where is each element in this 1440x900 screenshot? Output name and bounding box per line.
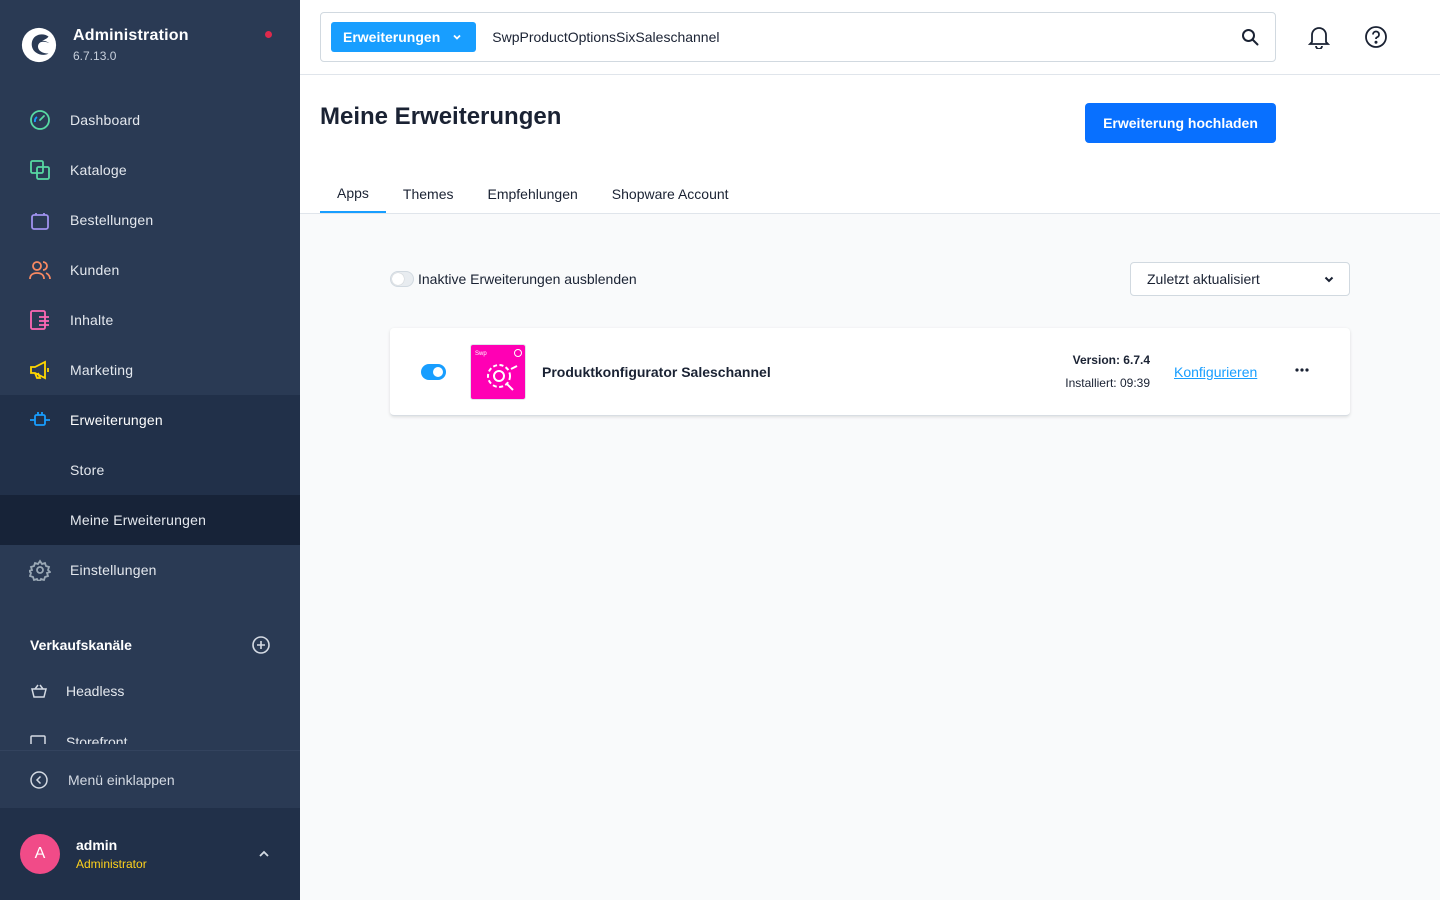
plug-icon	[28, 408, 52, 432]
avatar: A	[20, 834, 60, 874]
sidebar: Administration 6.7.13.0 Dashboard Katalo…	[0, 0, 300, 900]
page-header: Meine Erweiterungen Erweiterung hochlade…	[300, 75, 1440, 214]
collapse-label: Menü einklappen	[68, 771, 175, 788]
nav-label: Einstellungen	[70, 562, 157, 578]
upload-extension-button[interactable]: Erweiterung hochladen	[1085, 103, 1276, 143]
nav-item-einstellungen[interactable]: Einstellungen	[0, 545, 300, 595]
brand-title: Administration	[73, 27, 189, 44]
more-actions-icon[interactable]	[1294, 362, 1310, 378]
extension-icon: Swp	[470, 344, 526, 400]
nav-label: Erweiterungen	[70, 412, 163, 428]
nav-label: Dashboard	[70, 112, 141, 128]
tab-themes[interactable]: Themes	[386, 175, 471, 213]
megaphone-icon	[28, 358, 52, 382]
sort-value: Zuletzt aktualisiert	[1147, 271, 1260, 287]
nav-item-store[interactable]: Store	[0, 445, 300, 495]
user-role: Administrator	[76, 857, 147, 871]
nav-item-bestellungen[interactable]: Bestellungen	[0, 195, 300, 245]
brand-version: 6.7.13.0	[73, 49, 117, 63]
shopware-logo-icon	[21, 27, 57, 63]
nav-label: Meine Erweiterungen	[70, 512, 207, 528]
sort-select[interactable]: Zuletzt aktualisiert	[1130, 262, 1350, 296]
search-input[interactable]	[492, 29, 1213, 45]
shopping-bag-icon	[28, 208, 52, 232]
storefront-icon	[30, 735, 46, 744]
search-type-select[interactable]: Erweiterungen	[331, 22, 477, 52]
notification-dot	[265, 31, 272, 38]
nav-label: Kataloge	[70, 162, 127, 178]
nav-label: Bestellungen	[70, 212, 154, 228]
nav-item-dashboard[interactable]: Dashboard	[0, 95, 300, 145]
basket-icon	[31, 684, 47, 698]
users-icon	[28, 258, 52, 282]
sales-channel-storefront[interactable]: Storefront	[30, 734, 270, 744]
nav-item-marketing[interactable]: Marketing	[0, 345, 300, 395]
filter-row: Inaktive Erweiterungen ausblenden Zuletz…	[390, 262, 1350, 296]
sales-channel-label: Headless	[66, 683, 125, 699]
extension-card: Swp Produktkonfigurator Saleschannel Ver…	[390, 328, 1350, 416]
bell-icon[interactable]	[1308, 25, 1330, 49]
nav-label: Store	[70, 462, 105, 478]
nav-label: Kunden	[70, 262, 120, 278]
nav-item-meine-erweiterungen[interactable]: Meine Erweiterungen	[0, 495, 300, 545]
add-circle-icon[interactable]	[252, 636, 270, 654]
nav-item-kunden[interactable]: Kunden	[0, 245, 300, 295]
gauge-icon	[28, 108, 52, 132]
user-menu[interactable]: A admin Administrator	[0, 808, 300, 900]
nav-item-inhalte[interactable]: Inhalte	[0, 295, 300, 345]
extension-name: Produktkonfigurator Saleschannel	[542, 364, 771, 380]
extension-active-toggle[interactable]	[421, 364, 446, 380]
chevron-left-circle-icon	[30, 770, 48, 789]
tab-apps[interactable]: Apps	[320, 175, 386, 213]
products-icon	[28, 158, 52, 182]
brand[interactable]: Administration 6.7.13.0	[20, 20, 189, 70]
tabs: Apps Themes Empfehlungen Shopware Accoun…	[320, 175, 746, 213]
extension-version: Version: 6.7.4	[1072, 353, 1150, 367]
configure-link[interactable]: Konfigurieren	[1174, 364, 1257, 380]
nav-label: Marketing	[70, 362, 134, 378]
chevron-down-icon	[453, 34, 461, 40]
global-search: Erweiterungen	[320, 12, 1276, 62]
chevron-up-icon[interactable]	[258, 848, 270, 860]
search-type-label: Erweiterungen	[343, 29, 441, 45]
nav-item-erweiterungen[interactable]: Erweiterungen	[0, 395, 300, 445]
tab-shopware-account[interactable]: Shopware Account	[595, 175, 746, 213]
page-title: Meine Erweiterungen	[320, 103, 562, 130]
help-icon[interactable]	[1364, 25, 1388, 49]
tab-empfehlungen[interactable]: Empfehlungen	[471, 175, 595, 213]
gear-icon	[28, 558, 52, 582]
main-nav: Dashboard Kataloge Bestellungen Kunden I…	[0, 95, 300, 595]
search-icon[interactable]	[1241, 28, 1259, 46]
nav-item-kataloge[interactable]: Kataloge	[0, 145, 300, 195]
user-name: admin	[76, 837, 118, 853]
extension-icon-text: Swp	[475, 351, 487, 357]
hide-inactive-label: Inaktive Erweiterungen ausblenden	[418, 271, 637, 287]
sales-channel-label: Storefront	[66, 734, 128, 744]
topbar: Erweiterungen	[300, 0, 1440, 75]
collapse-menu[interactable]: Menü einklappen	[0, 750, 300, 808]
hide-inactive-toggle[interactable]	[390, 271, 414, 287]
sales-channels-header: Verkaufskanäle	[30, 636, 270, 654]
content-icon	[28, 308, 52, 332]
sales-channels-title: Verkaufskanäle	[30, 637, 132, 653]
nav-label: Inhalte	[70, 312, 114, 328]
sales-channel-headless[interactable]: Headless	[30, 683, 124, 699]
chevron-down-icon	[1324, 276, 1334, 283]
extension-installed: Installiert: 09:39	[1065, 376, 1150, 390]
